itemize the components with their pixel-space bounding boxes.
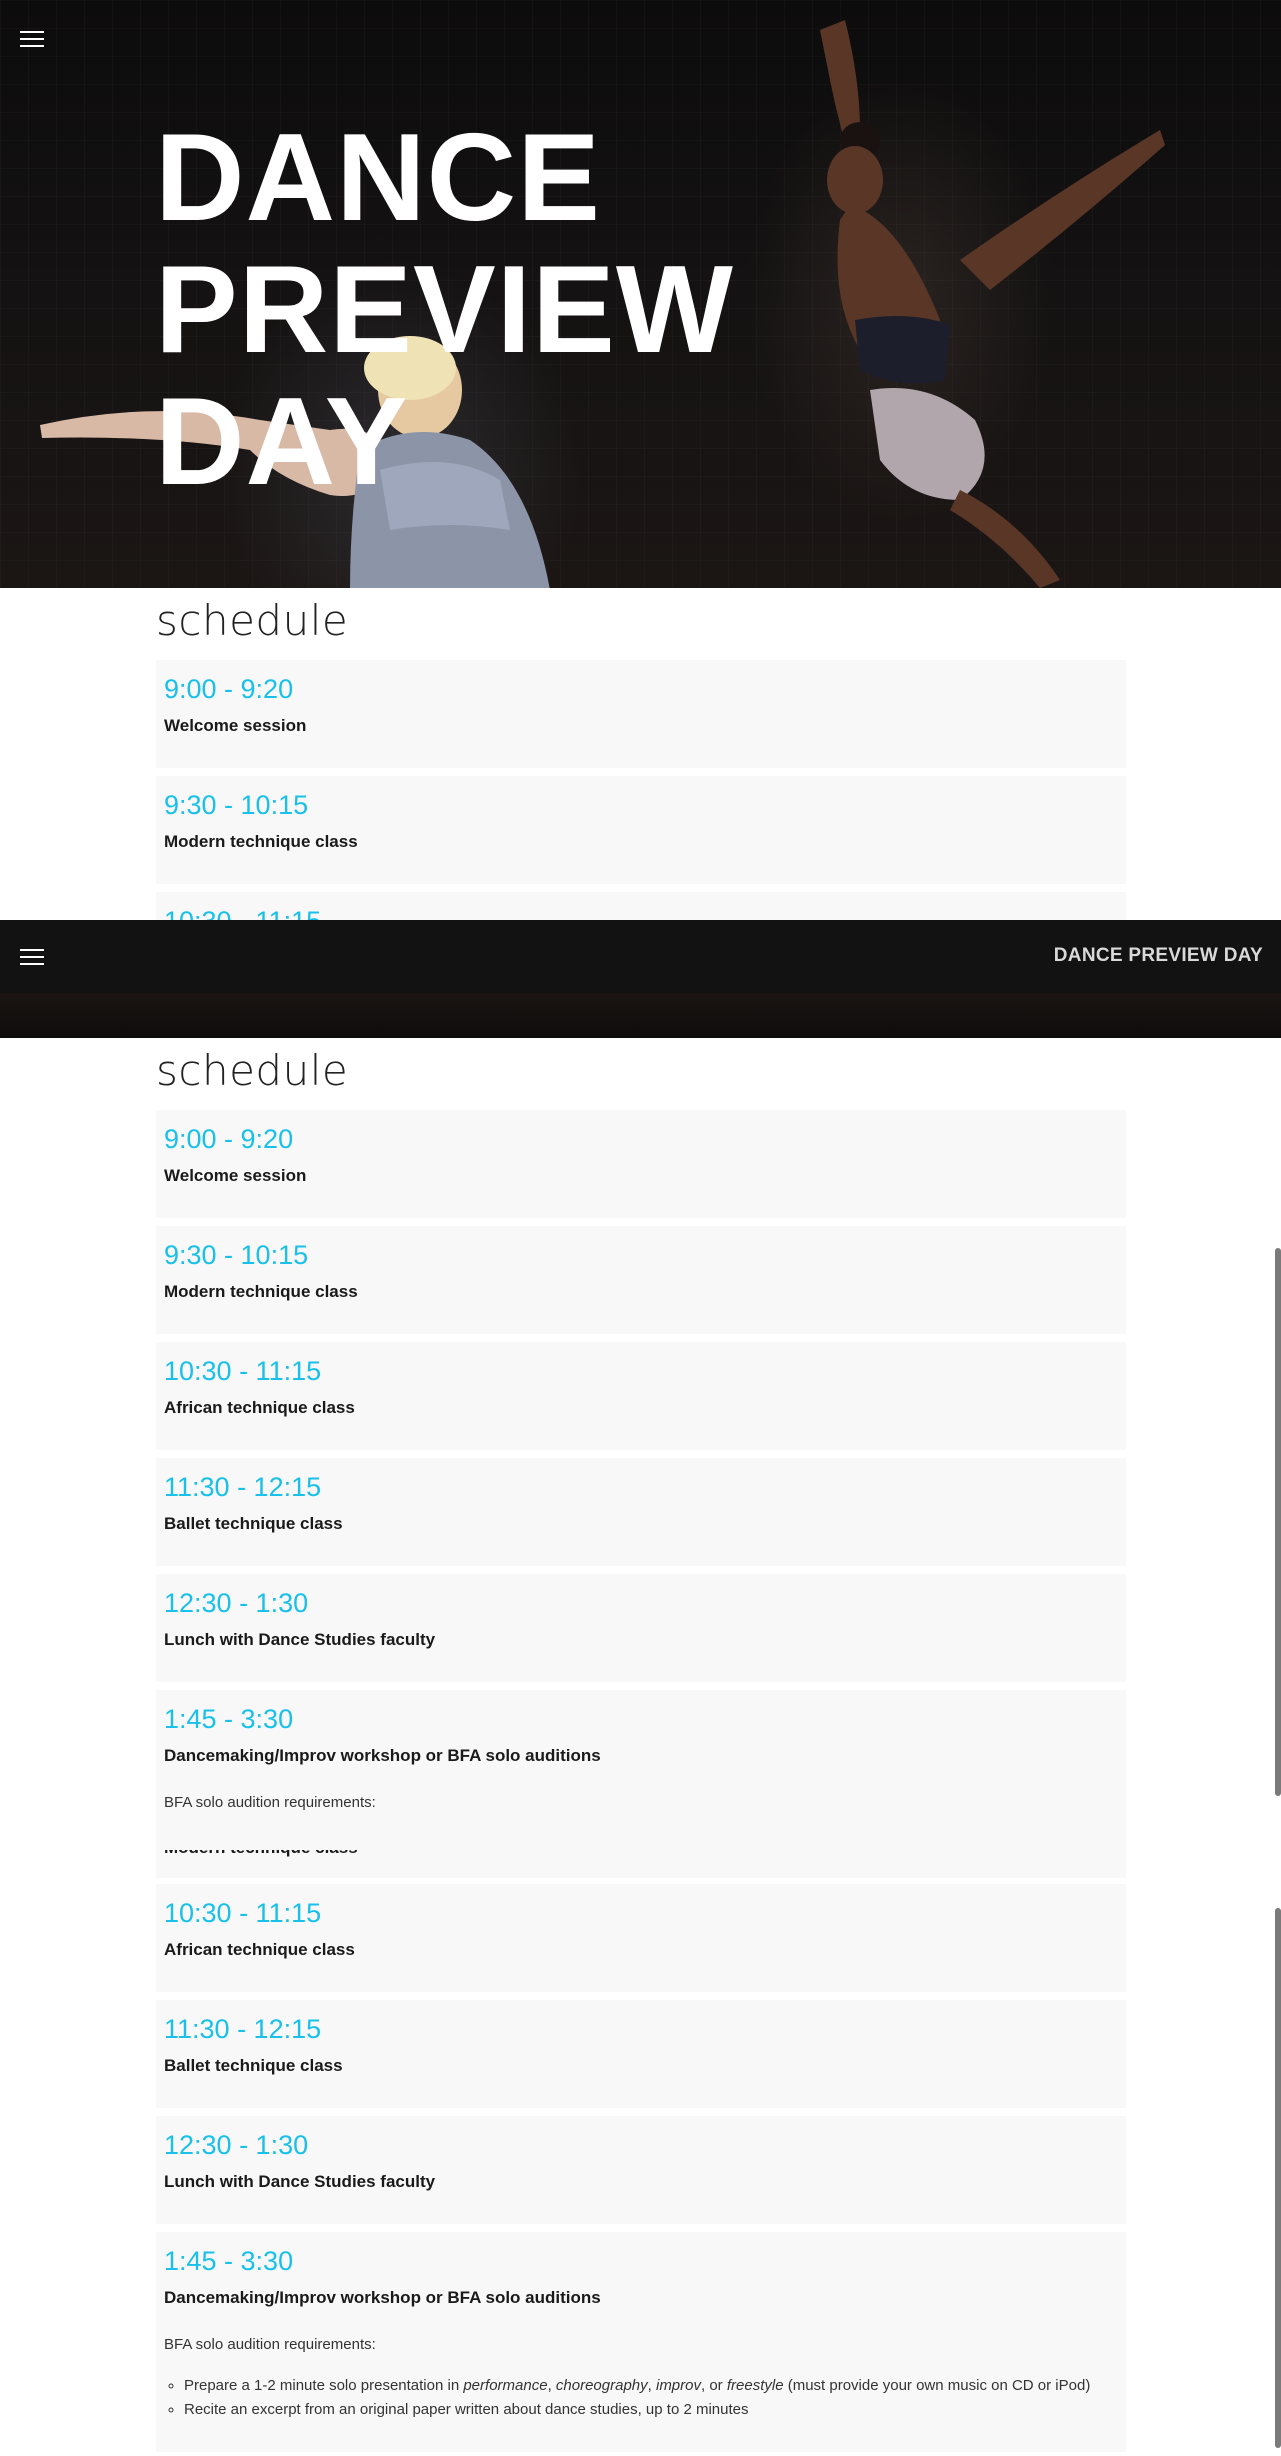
schedule-time: 11:30 - 12:15 <box>164 2014 322 2044</box>
schedule-title: Lunch with Dance Studies faculty <box>164 2172 436 2191</box>
schedule-item: 12:30 - 1:30 Lunch with Dance Studies fa… <box>156 2116 1126 2224</box>
requirement-style-performance: performance <box>463 2377 548 2394</box>
schedule-heading: schedule <box>156 1046 349 1095</box>
hero-banner-strip <box>0 993 1281 1038</box>
requirement-separator: , <box>547 2377 556 2394</box>
hamburger-menu-icon[interactable] <box>20 30 44 48</box>
hero-title-line-1: DANCE <box>155 109 601 247</box>
schedule-item: 12:30 - 1:30 Lunch with Dance Studies fa… <box>156 1574 1126 1682</box>
requirement-separator: , <box>647 2377 656 2394</box>
schedule-time: 11:30 - 12:15 <box>164 1472 322 1502</box>
schedule-item: 9:00 - 9:20 Welcome session <box>156 1110 1126 1218</box>
schedule-time: 9:00 - 9:20 <box>164 1124 294 1154</box>
requirement-text: (must provide your own music on CD or iP… <box>783 2377 1091 2394</box>
schedule-item: 10:30 - 11:15 African technique class <box>156 1342 1126 1450</box>
schedule-time: 9:30 - 10:15 <box>164 1240 309 1270</box>
schedule-title: Modern technique class <box>164 1282 358 1301</box>
schedule-title: Ballet technique class <box>164 2056 343 2075</box>
schedule-time: 10:30 - 11:15 <box>164 906 321 920</box>
schedule-item: 11:30 - 12:15 Ballet technique class <box>156 2000 1126 2108</box>
requirement-style-improv: improv <box>655 2377 701 2394</box>
schedule-item: 9:30 - 10:15 Modern technique class <box>156 1226 1126 1334</box>
requirements-label: BFA solo audition requirements: <box>164 1794 376 1811</box>
hero-banner: DANCE PREVIEW DAY <box>0 0 1281 588</box>
hero-title-line-2: PREVIEW <box>155 241 734 379</box>
schedule-title: Welcome session <box>164 716 307 735</box>
schedule-time: 1:45 - 3:30 <box>164 1704 294 1734</box>
schedule-section-bottom: 10:30 - 11:15 African technique class 11… <box>0 1878 1281 2456</box>
hero-title-line-3: DAY <box>155 373 409 511</box>
schedule-title: African technique class <box>164 1940 355 1959</box>
schedule-time: 12:30 - 1:30 <box>164 2130 309 2160</box>
schedule-item: 9:00 - 9:20 Welcome session <box>156 660 1126 768</box>
schedule-title: Welcome session <box>164 1166 307 1185</box>
schedule-item: 11:30 - 12:15 Ballet technique class <box>156 1458 1126 1566</box>
requirement-style-choreography: choreography <box>555 2377 648 2394</box>
schedule-time: 12:30 - 1:30 <box>164 1588 309 1618</box>
schedule-title: Dancemaking/Improv workshop or BFA solo … <box>164 2288 601 2307</box>
dancer-right-image <box>820 20 1165 588</box>
schedule-item: 1:45 - 3:30 Dancemaking/Improv workshop … <box>156 2232 1126 2452</box>
schedule-item: 10:30 - 11:15 African technique class <box>156 1884 1126 1992</box>
requirement-style-freestyle: freestyle <box>726 2377 784 2394</box>
schedule-title: African technique class <box>164 1398 355 1417</box>
schedule-item: 9:30 - 10:15 Modern technique class <box>156 776 1126 884</box>
hero-title: DANCE PREVIEW DAY <box>155 112 734 508</box>
schedule-item-partial: 10:30 - 11:15 <box>156 892 1126 920</box>
schedule-title-overlap: Modern technique class <box>164 1850 358 1860</box>
scrollbar-thumb[interactable] <box>1275 1908 1281 2448</box>
schedule-title-overlap-text: Modern technique class <box>164 1850 358 1858</box>
schedule-item: 1:45 - 3:30 Dancemaking/Improv workshop … <box>156 1690 1126 1878</box>
requirements-label: BFA solo audition requirements: <box>164 2336 376 2353</box>
schedule-section-middle: schedule 9:00 - 9:20 Welcome session 9:3… <box>0 1038 1281 1878</box>
requirement-item: Prepare a 1-2 minute solo presentation i… <box>184 2374 1090 2398</box>
schedule-time: 9:00 - 9:20 <box>164 674 294 704</box>
site-brand-link[interactable]: DANCE PREVIEW DAY <box>1054 945 1263 967</box>
schedule-title: Ballet technique class <box>164 1514 343 1533</box>
schedule-title: Dancemaking/Improv workshop or BFA solo … <box>164 1746 601 1765</box>
schedule-time: 9:30 - 10:15 <box>164 790 309 820</box>
scrollbar-thumb[interactable] <box>1275 1248 1281 1796</box>
requirements-list: Prepare a 1-2 minute solo presentation i… <box>164 2374 1090 2422</box>
schedule-time: 1:45 - 3:30 <box>164 2246 294 2276</box>
schedule-time: 10:30 - 11:15 <box>164 1356 322 1386</box>
requirement-separator: , or <box>701 2377 727 2394</box>
schedule-time: 10:30 - 11:15 <box>164 1898 322 1928</box>
schedule-section-top: schedule 9:00 - 9:20 Welcome session 9:3… <box>0 588 1281 920</box>
requirement-text: Prepare a 1-2 minute solo presentation i… <box>184 2377 464 2394</box>
schedule-heading: schedule <box>156 596 349 645</box>
sticky-nav-bar: DANCE PREVIEW DAY <box>0 920 1281 993</box>
schedule-title: Modern technique class <box>164 832 358 851</box>
hamburger-menu-icon[interactable] <box>20 948 44 966</box>
schedule-title: Lunch with Dance Studies faculty <box>164 1630 436 1649</box>
requirement-item: Recite an excerpt from an original paper… <box>184 2398 1090 2422</box>
